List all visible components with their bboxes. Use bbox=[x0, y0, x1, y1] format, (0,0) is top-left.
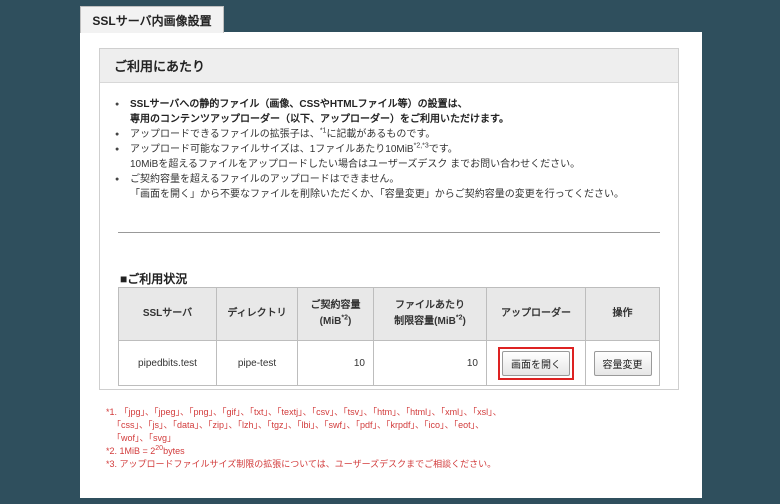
change-capacity-button[interactable]: 容量変更 bbox=[593, 350, 652, 376]
col-ssl-server: SSLサーバ bbox=[118, 287, 217, 341]
cell-file-limit: 10 bbox=[373, 340, 487, 386]
footnote-1-line: 「css」、「js」、「data」、「zip」、「lzh」、「tgz」、「lbi… bbox=[112, 420, 485, 430]
footnote-1-line: 「wof」、「svg」 bbox=[112, 433, 177, 443]
note-item: ご契約容量を超えるファイルのアップロードはできません。 「画面を開く」から不要な… bbox=[115, 172, 665, 202]
usage-table: SSLサーバ ディレクトリ ご契約容量 (MiB*2) ファイルあたり 制限容量… bbox=[118, 287, 660, 386]
usage-status-heading: ■ご利用状況 bbox=[120, 272, 188, 286]
cell-uploader: 画面を開く bbox=[486, 340, 586, 386]
cell-capacity: 10 bbox=[297, 340, 374, 386]
col-uploader: アップローダー bbox=[486, 287, 586, 341]
panel-title: ご利用にあたり bbox=[100, 49, 678, 83]
footnote-2: *2. 1MiB = 220bytes bbox=[106, 445, 185, 456]
open-button-highlight: 画面を開く bbox=[498, 346, 574, 380]
note-item: SSLサーバへの静的ファイル（画像、CSSやHTMLファイル等）の設置は、 専用… bbox=[115, 97, 665, 127]
col-file-limit: ファイルあたり 制限容量(MiB*2) bbox=[373, 287, 487, 341]
footnote-3: *3. アップロードファイルサイズ制限の拡張については、ユーザーズデスクまでご相… bbox=[106, 459, 497, 469]
note-item: アップロード可能なファイルサイズは、1ファイルあたり10MiB*2,*3です。 … bbox=[115, 142, 665, 172]
col-capacity: ご契約容量 (MiB*2) bbox=[297, 287, 374, 341]
table-row: pipedbits.test pipe-test 10 10 画面を開く 容量変… bbox=[118, 340, 660, 386]
footnote-1-line: *1. 「jpg」、「jpeg」、「png」、「gif」、「txt」、「text… bbox=[106, 407, 502, 417]
notes-list: SSLサーバへの静的ファイル（画像、CSSやHTMLファイル等）の設置は、 専用… bbox=[115, 97, 665, 202]
cell-ssl-server: pipedbits.test bbox=[118, 340, 217, 386]
note-item: アップロードできるファイルの拡張子は、*1に記載があるものです。 bbox=[115, 127, 665, 142]
tab-ssl-image-upload[interactable]: SSLサーバ内画像設置 bbox=[80, 6, 224, 33]
cell-operation: 容量変更 bbox=[585, 340, 660, 386]
table-header-row: SSLサーバ ディレクトリ ご契約容量 (MiB*2) ファイルあたり 制限容量… bbox=[118, 287, 660, 341]
footnotes: *1. 「jpg」、「jpeg」、「png」、「gif」、「txt」、「text… bbox=[106, 406, 676, 471]
col-operation: 操作 bbox=[585, 287, 660, 341]
cell-directory: pipe-test bbox=[216, 340, 298, 386]
col-directory: ディレクトリ bbox=[216, 287, 298, 341]
divider bbox=[118, 232, 660, 233]
open-screen-button[interactable]: 画面を開く bbox=[502, 350, 570, 376]
usage-panel: ご利用にあたり SSLサーバへの静的ファイル（画像、CSSやHTMLファイル等）… bbox=[99, 48, 679, 390]
